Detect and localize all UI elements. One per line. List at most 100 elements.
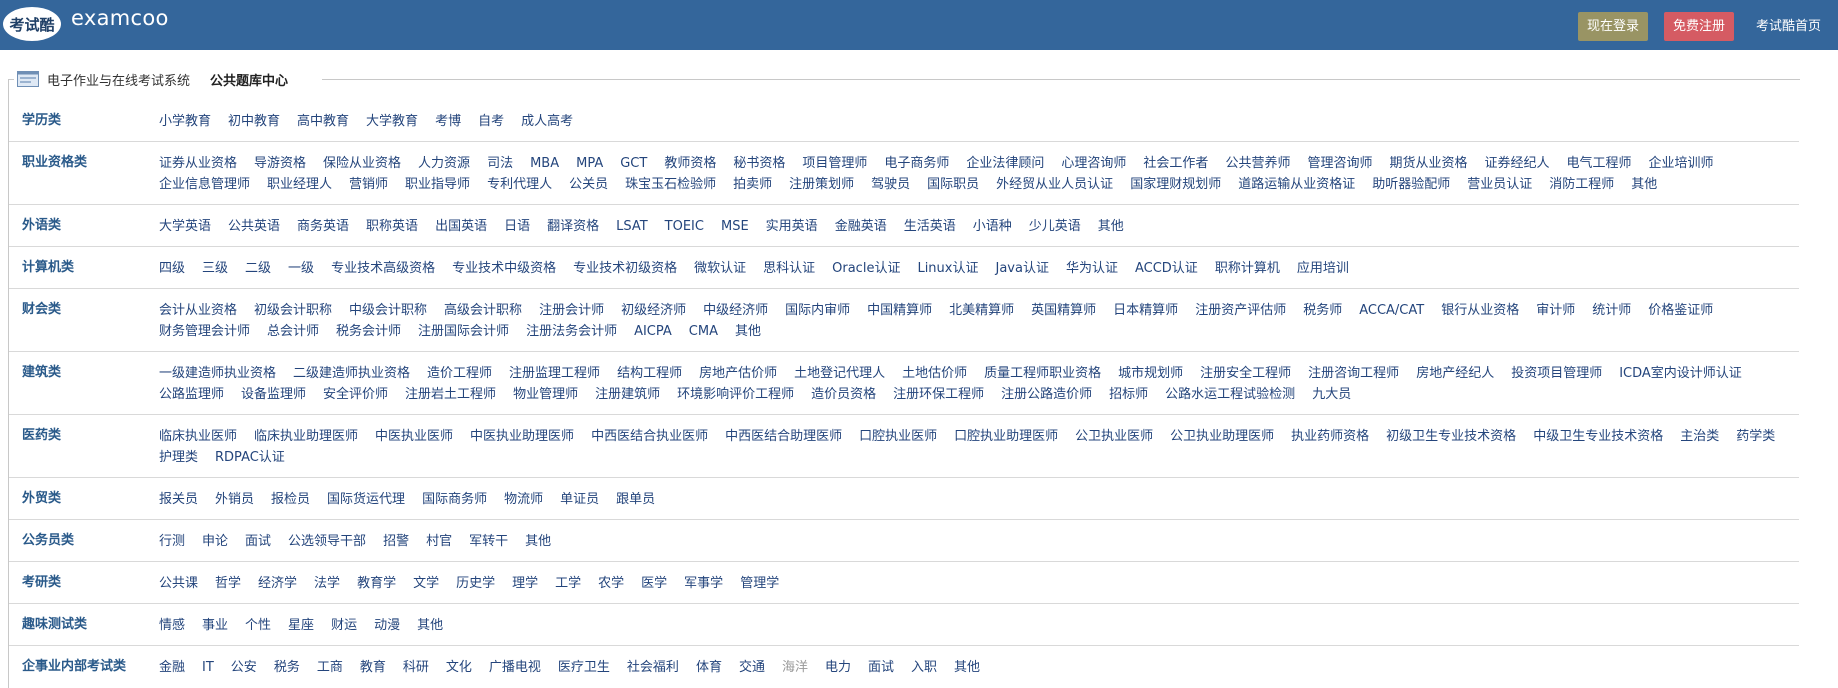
category-link[interactable]: 中医执业医师: [375, 426, 453, 447]
category-link[interactable]: 注册岩土工程师: [405, 384, 496, 405]
category-link[interactable]: 管理咨询师: [1307, 153, 1372, 174]
category-link[interactable]: 公共课: [159, 573, 198, 594]
category-link[interactable]: 电子商务师: [884, 153, 949, 174]
category-link[interactable]: 专业技术中级资格: [452, 258, 556, 279]
category-link[interactable]: 公路水运工程试验检测: [1165, 384, 1295, 405]
category-link[interactable]: 造价员资格: [811, 384, 876, 405]
category-link[interactable]: 入职: [911, 657, 937, 678]
category-link[interactable]: 面试: [868, 657, 894, 678]
category-link[interactable]: 出国英语: [435, 216, 487, 237]
category-link[interactable]: 招标师: [1109, 384, 1148, 405]
category-link[interactable]: TOEIC: [665, 216, 704, 237]
category-link[interactable]: 日本精算师: [1113, 300, 1178, 321]
category-link[interactable]: 科研: [403, 657, 429, 678]
category-link[interactable]: RDPAC认证: [215, 447, 285, 468]
category-link[interactable]: 四级: [159, 258, 185, 279]
category-link[interactable]: 司法: [487, 153, 513, 174]
category-link[interactable]: 金融: [159, 657, 185, 678]
category-title[interactable]: 公务员类: [22, 531, 74, 551]
category-link[interactable]: 国际货运代理: [327, 489, 405, 510]
category-link[interactable]: 面试: [245, 531, 271, 552]
system-link[interactable]: 电子作业与在线考试系统: [47, 70, 190, 89]
category-link[interactable]: 公选领导干部: [288, 531, 366, 552]
category-link[interactable]: 微软认证: [694, 258, 746, 279]
category-link[interactable]: 注册策划师: [789, 174, 854, 195]
category-link[interactable]: 营业员认证: [1467, 174, 1532, 195]
category-link[interactable]: 海洋: [782, 657, 808, 678]
category-link[interactable]: 北美精算师: [949, 300, 1014, 321]
category-link[interactable]: 生活英语: [904, 216, 956, 237]
category-link[interactable]: 教育学: [357, 573, 396, 594]
category-link[interactable]: CMA: [689, 321, 718, 342]
category-link[interactable]: MBA: [530, 153, 559, 174]
category-link[interactable]: 道路运输从业资格证: [1238, 174, 1355, 195]
category-link[interactable]: 日语: [504, 216, 530, 237]
category-link[interactable]: 华为认证: [1066, 258, 1118, 279]
category-link[interactable]: ACCD认证: [1135, 258, 1198, 279]
category-link[interactable]: 注册国际会计师: [418, 321, 509, 342]
category-link[interactable]: 拍卖师: [733, 174, 772, 195]
category-link[interactable]: 自考: [478, 111, 504, 132]
category-link[interactable]: Java认证: [995, 258, 1048, 279]
category-link[interactable]: 星座: [288, 615, 314, 636]
category-link[interactable]: 电力: [825, 657, 851, 678]
category-link[interactable]: 农学: [598, 573, 624, 594]
category-link[interactable]: 公共营养师: [1225, 153, 1290, 174]
category-link[interactable]: 消防工程师: [1549, 174, 1614, 195]
category-link[interactable]: 初级经济师: [621, 300, 686, 321]
category-link[interactable]: 物流师: [504, 489, 543, 510]
category-link[interactable]: 跟单员: [616, 489, 655, 510]
category-link[interactable]: 一级建造师执业资格: [159, 363, 276, 384]
category-link[interactable]: 交通: [739, 657, 765, 678]
category-link[interactable]: 其他: [417, 615, 443, 636]
category-link[interactable]: 执业药师资格: [1291, 426, 1369, 447]
category-link[interactable]: 公卫执业助理医师: [1170, 426, 1274, 447]
category-link[interactable]: 价格鉴证师: [1648, 300, 1713, 321]
category-link[interactable]: 报关员: [159, 489, 198, 510]
category-link[interactable]: 专业技术初级资格: [573, 258, 677, 279]
category-title[interactable]: 外语类: [22, 216, 61, 236]
category-link[interactable]: 注册监理工程师: [509, 363, 600, 384]
category-link[interactable]: 企业培训师: [1649, 153, 1714, 174]
category-link[interactable]: 公共英语: [228, 216, 280, 237]
category-link[interactable]: 保险从业资格: [323, 153, 401, 174]
category-link[interactable]: 三级: [202, 258, 228, 279]
category-link[interactable]: 村官: [426, 531, 452, 552]
category-link[interactable]: 初级会计职称: [254, 300, 332, 321]
category-title[interactable]: 医药类: [22, 426, 61, 446]
category-link[interactable]: 其他: [1631, 174, 1657, 195]
category-link[interactable]: 护理类: [159, 447, 198, 468]
category-link[interactable]: 国际职员: [927, 174, 979, 195]
category-link[interactable]: 电气工程师: [1567, 153, 1632, 174]
category-link[interactable]: AICPA: [634, 321, 672, 342]
category-link[interactable]: 中级卫生专业技术资格: [1533, 426, 1663, 447]
category-link[interactable]: 哲学: [215, 573, 241, 594]
category-link[interactable]: 质量工程师职业资格: [984, 363, 1101, 384]
home-link[interactable]: 考试酷首页: [1756, 12, 1821, 41]
category-link[interactable]: 初中教育: [228, 111, 280, 132]
category-link[interactable]: 考博: [435, 111, 461, 132]
category-link[interactable]: 注册咨询工程师: [1308, 363, 1399, 384]
category-link[interactable]: 金融英语: [835, 216, 887, 237]
category-link[interactable]: 注册资产评估师: [1195, 300, 1286, 321]
category-link[interactable]: 口腔执业医师: [859, 426, 937, 447]
category-link[interactable]: 职业指导师: [405, 174, 470, 195]
category-link[interactable]: 秘书资格: [733, 153, 785, 174]
category-link[interactable]: 税务师: [1303, 300, 1342, 321]
category-link[interactable]: 历史学: [456, 573, 495, 594]
category-link[interactable]: 导游资格: [254, 153, 306, 174]
category-link[interactable]: 九大员: [1312, 384, 1351, 405]
category-link[interactable]: 其他: [525, 531, 551, 552]
category-link[interactable]: 城市规划师: [1118, 363, 1183, 384]
category-link[interactable]: 情感: [159, 615, 185, 636]
category-link[interactable]: 应用培训: [1297, 258, 1349, 279]
category-link[interactable]: 注册会计师: [539, 300, 604, 321]
category-link[interactable]: 外销员: [215, 489, 254, 510]
category-link[interactable]: 物业管理师: [513, 384, 578, 405]
category-link[interactable]: 临床执业医师: [159, 426, 237, 447]
category-link[interactable]: 证券经纪人: [1484, 153, 1549, 174]
category-link[interactable]: 房地产经纪人: [1416, 363, 1494, 384]
category-link[interactable]: 高级会计职称: [444, 300, 522, 321]
category-link[interactable]: 公卫执业医师: [1075, 426, 1153, 447]
category-link[interactable]: 动漫: [374, 615, 400, 636]
